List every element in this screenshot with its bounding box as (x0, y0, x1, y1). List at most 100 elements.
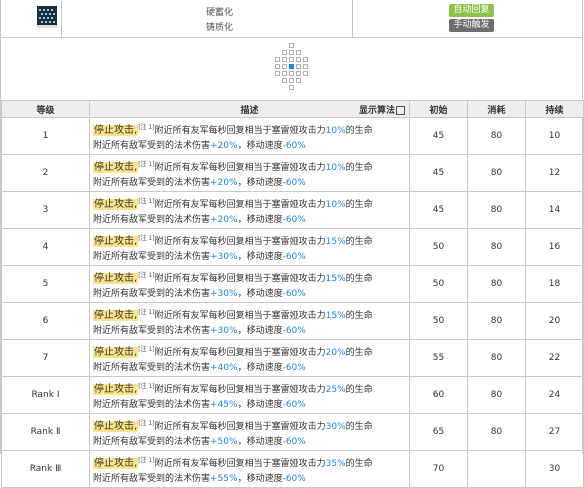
show-formula-label: 显示算法 (358, 106, 395, 116)
heal-value: 15% (325, 237, 346, 247)
description-cell: 停止攻击,[注 1]附近所有友军每秒回复相当于塞雷娅攻击力15%的生命 附近所有敌… (89, 265, 410, 303)
range-cell (296, 71, 301, 76)
range-cell (282, 71, 287, 76)
damage-value: +30% (210, 252, 238, 262)
table-row: 3 停止攻击,[注 1]附近所有友军每秒回复相当于塞雷娅攻击力10%的生命 附近所有… (1, 191, 584, 229)
duration-cell: 24 (525, 376, 584, 414)
speed-value: -60% (282, 400, 306, 410)
damage-text: 附近所有敌军受到的法术伤害 (93, 215, 211, 225)
heal-suffix: 的生命 (345, 163, 373, 173)
damage-text: 附近所有敌军受到的法术伤害 (93, 289, 211, 299)
skill-tag-2: 铸质化 (206, 23, 234, 33)
damage-text: 附近所有敌军受到的法术伤害 (93, 326, 211, 336)
level-cell: 4 (1, 228, 90, 266)
speed-text: ，移动速度 (237, 326, 283, 336)
cost-cell: 80 (467, 413, 526, 451)
heal-text: 附近所有友军每秒回复相当于塞雷娅攻击力 (154, 311, 326, 321)
heal-text: 附近所有友军每秒回复相当于塞雷娅攻击力 (154, 274, 326, 284)
range-cell (282, 57, 287, 62)
range-cell (296, 57, 301, 62)
speed-text: ，移动速度 (237, 178, 283, 188)
stop-attack-highlight: 停止攻击, (93, 347, 139, 358)
speed-value: -60% (282, 363, 306, 373)
duration-cell: 18 (525, 265, 584, 303)
heal-value: 10% (325, 200, 346, 210)
initial-cell: 50 (409, 302, 468, 340)
speed-text: ，移动速度 (237, 437, 283, 447)
damage-value: +50% (210, 437, 238, 447)
range-cell (282, 78, 287, 83)
skill-name-cell: 硬蓄化 铸质化 (62, 0, 353, 37)
heal-suffix: 的生命 (345, 237, 373, 247)
note-ref[interactable]: [注 1] (138, 420, 154, 427)
heal-value: 20% (325, 348, 346, 358)
note-ref[interactable]: [注 1] (138, 457, 154, 464)
badge-cell: 自动回复 手动触发 (353, 0, 583, 37)
note-ref[interactable]: [注 1] (138, 383, 154, 390)
stop-attack-highlight: 停止攻击, (93, 273, 139, 284)
range-cell (289, 57, 294, 62)
range-cell (289, 78, 294, 83)
range-cell (275, 71, 280, 76)
note-ref[interactable]: [注 1] (138, 235, 154, 242)
note-ref[interactable]: [注 1] (138, 124, 154, 131)
note-ref[interactable]: [注 1] (138, 272, 154, 279)
level-cell: 5 (1, 265, 90, 303)
column-header-level: 等级 (1, 100, 90, 118)
attack-range-grid (1, 38, 583, 101)
initial-cell: 60 (409, 376, 468, 414)
note-ref[interactable]: [注 1] (138, 161, 154, 168)
range-center-cell (289, 64, 294, 69)
show-formula-toggle[interactable]: 显示算法 (359, 103, 405, 116)
stop-attack-highlight: 停止攻击, (93, 421, 139, 432)
speed-text: ，移动速度 (237, 363, 283, 373)
stop-attack-highlight: 停止攻击, (93, 125, 139, 136)
speed-text: ，移动速度 (237, 474, 283, 484)
duration-cell: 12 (525, 154, 584, 192)
cost-cell: 80 (467, 154, 526, 192)
stop-attack-highlight: 停止攻击, (93, 458, 139, 469)
speed-text: ，移动速度 (237, 252, 283, 262)
cost-cell (467, 450, 526, 488)
range-cell (296, 78, 301, 83)
range-cell (296, 64, 301, 69)
damage-text: 附近所有敌军受到的法术伤害 (93, 178, 211, 188)
duration-cell: 27 (525, 413, 584, 451)
duration-cell: 22 (525, 339, 584, 377)
level-cell: Rank Ⅲ (1, 450, 90, 488)
initial-cell: 70 (409, 450, 468, 488)
speed-text: ，移动速度 (237, 400, 283, 410)
description-cell: 停止攻击,[注 1]附近所有友军每秒回复相当于塞雷娅攻击力10%的生命 附近所有敌… (89, 117, 410, 155)
note-ref[interactable]: [注 1] (138, 346, 154, 353)
table-row: Rank Ⅰ 停止攻击,[注 1]附近所有友军每秒回复相当于塞雷娅攻击力25%的生… (1, 376, 584, 414)
table-row: 1 停止攻击,[注 1]附近所有友军每秒回复相当于塞雷娅攻击力10%的生命 附近所有… (1, 117, 584, 155)
damage-text: 附近所有敌军受到的法术伤害 (93, 141, 211, 151)
description-cell: 停止攻击,[注 1]附近所有友军每秒回复相当于塞雷娅攻击力20%的生命 附近所有敌… (89, 339, 410, 377)
speed-text: ，移动速度 (237, 289, 283, 299)
heal-text: 附近所有友军每秒回复相当于塞雷娅攻击力 (154, 163, 326, 173)
note-ref[interactable]: [注 1] (138, 198, 154, 205)
manual-trigger-badge: 手动触发 (449, 19, 494, 32)
checkbox-icon[interactable] (396, 106, 405, 115)
duration-cell: 30 (525, 450, 584, 488)
range-cell (282, 64, 287, 69)
range-cell (303, 64, 308, 69)
table-header-row: 等级 描述 显示算法 初始 消耗 持续 (1, 100, 584, 118)
damage-text: 附近所有敌军受到的法术伤害 (93, 363, 211, 373)
damage-value: +45% (210, 400, 238, 410)
cost-cell: 80 (467, 191, 526, 229)
stop-attack-highlight: 停止攻击, (93, 310, 139, 321)
level-cell: Rank Ⅰ (1, 376, 90, 414)
heal-value: 15% (325, 274, 346, 284)
description-cell: 停止攻击,[注 1]附近所有友军每秒回复相当于塞雷娅攻击力15%的生命 附近所有敌… (89, 302, 410, 340)
note-ref[interactable]: [注 1] (138, 309, 154, 316)
range-cell (303, 57, 308, 62)
duration-cell: 10 (525, 117, 584, 155)
description-cell: 停止攻击,[注 1]附近所有友军每秒回复相当于塞雷娅攻击力25%的生命 附近所有敌… (89, 376, 410, 414)
stop-attack-highlight: 停止攻击, (93, 162, 139, 173)
heal-text: 附近所有友军每秒回复相当于塞雷娅攻击力 (154, 385, 326, 395)
heal-value: 15% (325, 311, 346, 321)
heal-text: 附近所有友军每秒回复相当于塞雷娅攻击力 (154, 200, 326, 210)
heal-value: 10% (325, 126, 346, 136)
heal-suffix: 的生命 (345, 422, 373, 432)
